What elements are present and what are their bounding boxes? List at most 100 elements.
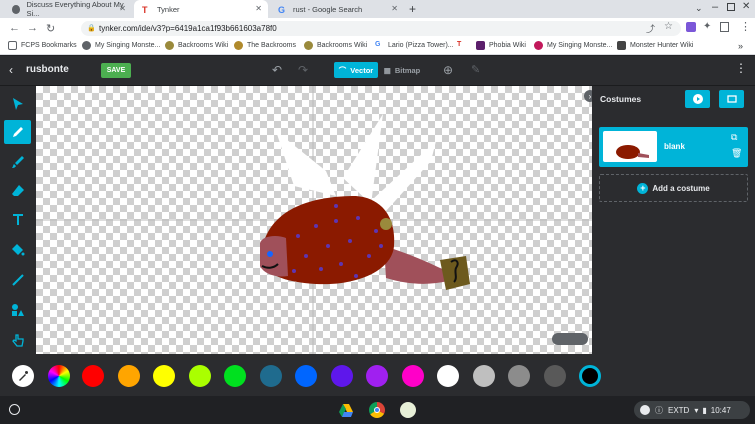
redo-icon[interactable]: ↷: [298, 63, 308, 77]
puzzle-icon[interactable]: ✦: [703, 21, 711, 32]
close-window-icon[interactable]: ✕: [742, 1, 750, 12]
plus-icon: +: [637, 182, 649, 194]
bookmark-item[interactable]: My Singing Monste...: [82, 41, 160, 50]
maximize-icon[interactable]: [727, 3, 735, 11]
stamp-tool[interactable]: [4, 328, 31, 352]
collapse-panel-icon[interactable]: ›: [584, 90, 592, 102]
project-name[interactable]: rusbonte: [26, 64, 69, 75]
eraser-icon: [11, 185, 24, 196]
reload-icon[interactable]: ↻: [46, 22, 55, 35]
costumes-header: Costumes: [600, 94, 642, 104]
pencil-tool[interactable]: [4, 120, 31, 144]
battery-icon: ▮: [702, 405, 707, 415]
back-icon[interactable]: ←: [9, 22, 20, 34]
share-icon[interactable]: ⤴: [646, 22, 655, 35]
library-icon: [726, 95, 737, 103]
wiki-icon: [534, 41, 543, 50]
color-swatch[interactable]: [188, 365, 211, 387]
tab-search-icon[interactable]: ⌄: [695, 3, 703, 14]
back-chevron-icon[interactable]: ‹: [9, 63, 13, 77]
drive-icon[interactable]: [338, 402, 354, 418]
trash-icon[interactable]: 🗑: [731, 148, 742, 159]
tab-discuss[interactable]: Discuss Everything About My Si... ✕: [4, 0, 132, 18]
vector-mode-button[interactable]: ⌒ Vector: [334, 62, 378, 78]
extension-icon[interactable]: [686, 22, 696, 32]
color-swatch[interactable]: [295, 365, 317, 387]
close-icon[interactable]: ✕: [255, 4, 262, 13]
tab-rust[interactable]: G rust - Google Search ✕: [270, 0, 404, 18]
bookmark-item[interactable]: T: [457, 41, 470, 50]
fill-tool[interactable]: [4, 238, 31, 262]
tail-shape: [384, 246, 448, 284]
color-swatch[interactable]: [543, 365, 566, 387]
bitmap-mode-button[interactable]: ▦ Bitmap: [380, 62, 424, 78]
brush-tool[interactable]: [4, 150, 31, 174]
play-button[interactable]: [685, 90, 710, 108]
color-swatch[interactable]: [153, 365, 175, 387]
color-swatch[interactable]: [224, 365, 246, 387]
menu-icon[interactable]: ⋮: [740, 20, 751, 33]
shapes-icon: [11, 304, 24, 316]
brush-icon: [11, 156, 24, 168]
hand-pointer-icon: [11, 334, 24, 347]
zoom-controls[interactable]: [552, 333, 588, 345]
costume-library-button[interactable]: [719, 90, 744, 108]
add-costume-button[interactable]: + Add a costume: [599, 174, 748, 202]
bookmark-item[interactable]: FCPS Bookmarks: [8, 41, 77, 50]
bookmark-item[interactable]: The Backrooms: [234, 41, 296, 50]
color-swatch[interactable]: [437, 365, 459, 387]
color-swatch[interactable]: [117, 365, 140, 387]
color-swatch[interactable]: [330, 365, 353, 387]
wifi-icon: ▾: [694, 405, 699, 415]
text-tool[interactable]: [4, 207, 31, 231]
app-icon[interactable]: [400, 402, 416, 418]
select-tool[interactable]: [4, 92, 31, 116]
color-swatch[interactable]: [401, 365, 424, 387]
save-button[interactable]: SAVE: [101, 63, 131, 78]
new-tab-button[interactable]: +: [409, 2, 416, 16]
address-bar[interactable]: 🔒 tynker.com/ide/v3?p=6419a1ca1f93b66160…: [81, 21, 681, 36]
color-swatch[interactable]: [366, 365, 388, 387]
side-panel-icon[interactable]: [720, 22, 729, 32]
bookmark-item[interactable]: Backrooms Wiki: [304, 41, 367, 50]
bookmark-item[interactable]: Monster Hunter Wiki: [617, 41, 693, 50]
line-tool[interactable]: [4, 268, 31, 292]
eye-shape: [267, 251, 273, 257]
forward-icon[interactable]: →: [27, 22, 38, 34]
system-tray[interactable]: ⓘ EXTD ▾ ▮ 10:47: [634, 401, 750, 419]
drawing-canvas[interactable]: ›: [36, 86, 592, 354]
menu-icon[interactable]: ⋮: [735, 61, 747, 75]
tynker-logo-icon: T: [457, 41, 462, 48]
color-swatch[interactable]: [579, 365, 601, 387]
bookmark-item[interactable]: Phobia Wiki: [476, 41, 526, 50]
color-picker-button[interactable]: [12, 365, 34, 387]
bookmark-item[interactable]: G Lario (Pizza Tower)...: [375, 41, 454, 50]
clock: 10:47: [710, 405, 731, 415]
bookmark-item[interactable]: Backrooms Wiki: [165, 41, 228, 50]
color-swatch[interactable]: [472, 365, 495, 387]
minimize-icon[interactable]: –: [712, 1, 718, 13]
line-icon: [11, 274, 24, 286]
more-bookmarks-icon[interactable]: »: [738, 41, 743, 51]
launcher-icon[interactable]: [9, 404, 20, 415]
duplicate-icon[interactable]: ⧉: [731, 132, 737, 143]
drive-icon-svg: [339, 404, 353, 417]
color-swatch[interactable]: [82, 365, 104, 387]
eyedropper-icon[interactable]: ✎: [471, 63, 480, 76]
bookmark-item[interactable]: My Singing Monste...: [534, 41, 612, 50]
bookmark-star-icon[interactable]: ☆: [664, 21, 673, 32]
color-swatch[interactable]: [259, 365, 282, 387]
arrow-cursor-icon: [12, 98, 23, 110]
close-icon[interactable]: ✕: [391, 4, 398, 13]
lock-icon: 🔒: [87, 25, 96, 32]
tab-tynker[interactable]: T Tynker ✕: [134, 0, 268, 18]
chrome-icon[interactable]: [369, 402, 385, 418]
wing-shape: [343, 114, 383, 204]
eraser-tool[interactable]: [4, 178, 31, 202]
undo-icon[interactable]: ↶: [272, 63, 282, 77]
crosshair-icon[interactable]: ⊕: [443, 63, 453, 77]
color-wheel-button[interactable]: [48, 365, 70, 387]
color-swatch[interactable]: [508, 365, 530, 387]
close-icon[interactable]: ✕: [119, 4, 126, 13]
shapes-tool[interactable]: [4, 298, 31, 322]
